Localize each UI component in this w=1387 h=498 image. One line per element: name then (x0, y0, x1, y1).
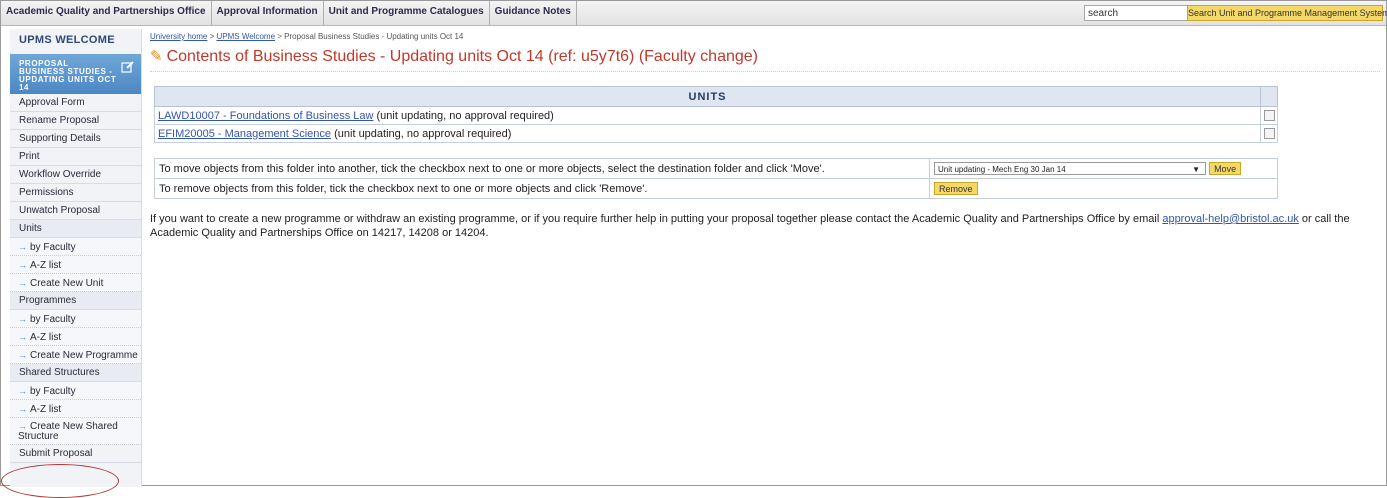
sidebar-sub-label: A-Z list (30, 404, 62, 415)
sidebar-sub-label: by Faculty (30, 386, 76, 397)
sidebar-item-supporting-details[interactable]: Supporting Details (10, 130, 141, 148)
sidebar-section-shared-structures[interactable]: Shared Structures (10, 364, 141, 382)
sidebar-item-approval-form[interactable]: Approval Form (10, 94, 141, 112)
remove-button[interactable]: Remove (934, 182, 978, 195)
destination-folder-select[interactable]: Unit updating - Mech Eng 30 Jan 14 ▼ (934, 162, 1206, 175)
unit-checkbox[interactable] (1263, 110, 1275, 122)
breadcrumb-current: Proposal Business Studies - Updating uni… (284, 32, 464, 41)
search-input[interactable] (1084, 5, 1188, 21)
arrow-right-icon: → (18, 421, 27, 431)
units-table: UNITS LAWD10007 - Foundations of Busines… (154, 86, 1278, 143)
unit-cell: LAWD10007 - Foundations of Business Law … (154, 106, 1261, 125)
arrow-right-icon: → (18, 242, 27, 252)
nav-guidance-notes[interactable]: Guidance Notes (490, 1, 577, 25)
sidebar-title[interactable]: UPMS WELCOME (10, 29, 141, 51)
unit-link[interactable]: EFIM20005 - Management Science (158, 128, 331, 140)
unit-checkbox[interactable] (1263, 128, 1275, 140)
folder-actions-table: To move objects from this folder into an… (154, 158, 1278, 199)
sidebar-sub-label: Create New Unit (30, 278, 104, 289)
sidebar-units-by-faculty[interactable]: → by Faculty (10, 238, 141, 256)
unit-note: (unit updating, no approval required) (334, 127, 512, 140)
sidebar-shared-a-z[interactable]: → A-Z list (10, 400, 141, 418)
sidebar-current-proposal[interactable]: PROPOSAL BUSINESS STUDIES - UPDATING UNI… (10, 54, 141, 94)
sidebar-sub-label: by Faculty (30, 314, 76, 325)
units-header-checkbox-column (1260, 86, 1278, 107)
sidebar-shared-by-faculty[interactable]: → by Faculty (10, 382, 141, 400)
sidebar-item-workflow-override[interactable]: Workflow Override (10, 166, 141, 184)
sidebar-sub-label: A-Z list (30, 260, 62, 271)
sidebar-units-a-z[interactable]: → A-Z list (10, 256, 141, 274)
arrow-right-icon: → (18, 278, 27, 288)
move-controls: Unit updating - Mech Eng 30 Jan 14 ▼ Move (929, 158, 1278, 179)
arrow-right-icon: → (18, 332, 27, 342)
breadcrumb-university-home[interactable]: University home (150, 32, 207, 41)
breadcrumb: University home > UPMS Welcome > Proposa… (150, 32, 463, 41)
breadcrumb-separator: > (209, 32, 215, 41)
remove-instructions: To remove objects from this folder, tick… (154, 178, 930, 199)
unit-checkbox-cell (1260, 106, 1278, 125)
destination-folder-value: Unit updating - Mech Eng 30 Jan 14 (938, 165, 1066, 174)
table-row: LAWD10007 - Foundations of Business Law … (154, 106, 1278, 125)
dropdown-caret-icon: ▼ (1192, 165, 1200, 174)
units-header-row: UNITS (154, 86, 1278, 107)
arrow-right-icon: → (18, 404, 27, 414)
arrow-right-icon: → (18, 350, 27, 360)
arrow-right-icon: → (18, 314, 27, 324)
help-text: If you want to create a new programme or… (150, 212, 1382, 240)
arrow-right-icon: → (18, 260, 27, 270)
search-button[interactable]: Search Unit and Programme Management Sys… (1187, 5, 1387, 21)
page-title-text: Contents of Business Studies - Updating … (166, 48, 758, 65)
sidebar-create-new-unit[interactable]: → Create New Unit (10, 274, 141, 292)
sidebar-item-permissions[interactable]: Permissions (10, 184, 141, 202)
breadcrumb-upms-welcome[interactable]: UPMS Welcome (217, 32, 276, 41)
sidebar-sub-label: Create New Programme (30, 350, 138, 361)
sidebar: UPMS WELCOME PROPOSAL BUSINESS STUDIES -… (10, 29, 142, 487)
sidebar-programmes-a-z[interactable]: → A-Z list (10, 328, 141, 346)
nav-aqpo[interactable]: Academic Quality and Partnerships Office (1, 1, 212, 25)
sidebar-item-unwatch-proposal[interactable]: Unwatch Proposal (10, 202, 141, 220)
pencil-icon: ✎ (150, 48, 163, 65)
table-row: EFIM20005 - Management Science (unit upd… (154, 124, 1278, 143)
unit-cell: EFIM20005 - Management Science (unit upd… (154, 124, 1261, 143)
sidebar-proposal-label: PROPOSAL BUSINESS STUDIES - UPDATING UNI… (19, 59, 117, 92)
remove-controls: Remove (929, 178, 1278, 199)
unit-link[interactable]: LAWD10007 - Foundations of Business Law (158, 110, 373, 122)
move-row: To move objects from this folder into an… (154, 158, 1278, 179)
sidebar-section-programmes[interactable]: Programmes (10, 292, 141, 310)
sidebar-item-submit-proposal[interactable]: Submit Proposal (10, 445, 141, 463)
sidebar-item-print[interactable]: Print (10, 148, 141, 166)
help-text-part1: If you want to create a new programme or… (150, 213, 1163, 225)
sidebar-create-new-programme[interactable]: → Create New Programme (10, 346, 141, 364)
top-nav-links: Academic Quality and Partnerships Office… (1, 1, 577, 25)
help-email-link[interactable]: approval-help@bristol.ac.uk (1162, 213, 1299, 225)
nav-approval-information[interactable]: Approval Information (212, 1, 324, 25)
sidebar-programmes-by-faculty[interactable]: → by Faculty (10, 310, 141, 328)
breadcrumb-separator: > (277, 32, 282, 41)
sidebar-item-rename-proposal[interactable]: Rename Proposal (10, 112, 141, 130)
sidebar-sub-label: A-Z list (30, 332, 62, 343)
sidebar-section-units[interactable]: Units (10, 220, 141, 238)
move-instructions: To move objects from this folder into an… (154, 158, 930, 179)
top-navigation-bar: Academic Quality and Partnerships Office… (1, 1, 1387, 26)
edit-icon[interactable] (121, 60, 135, 74)
arrow-right-icon: → (18, 386, 27, 396)
sidebar-sub-label: Create New Shared Structure (18, 421, 118, 442)
sidebar-sub-label: by Faculty (30, 242, 76, 253)
move-button[interactable]: Move (1209, 162, 1242, 175)
annotation-circle (1, 464, 119, 498)
sidebar-create-new-shared-structure[interactable]: → Create New Shared Structure (10, 418, 141, 445)
unit-checkbox-cell (1260, 124, 1278, 143)
nav-catalogues[interactable]: Unit and Programme Catalogues (324, 1, 490, 25)
page-title: ✎ Contents of Business Studies - Updating… (150, 47, 1380, 72)
units-header: UNITS (154, 86, 1261, 107)
unit-note: (unit updating, no approval required) (376, 109, 554, 122)
remove-row: To remove objects from this folder, tick… (154, 178, 1278, 199)
